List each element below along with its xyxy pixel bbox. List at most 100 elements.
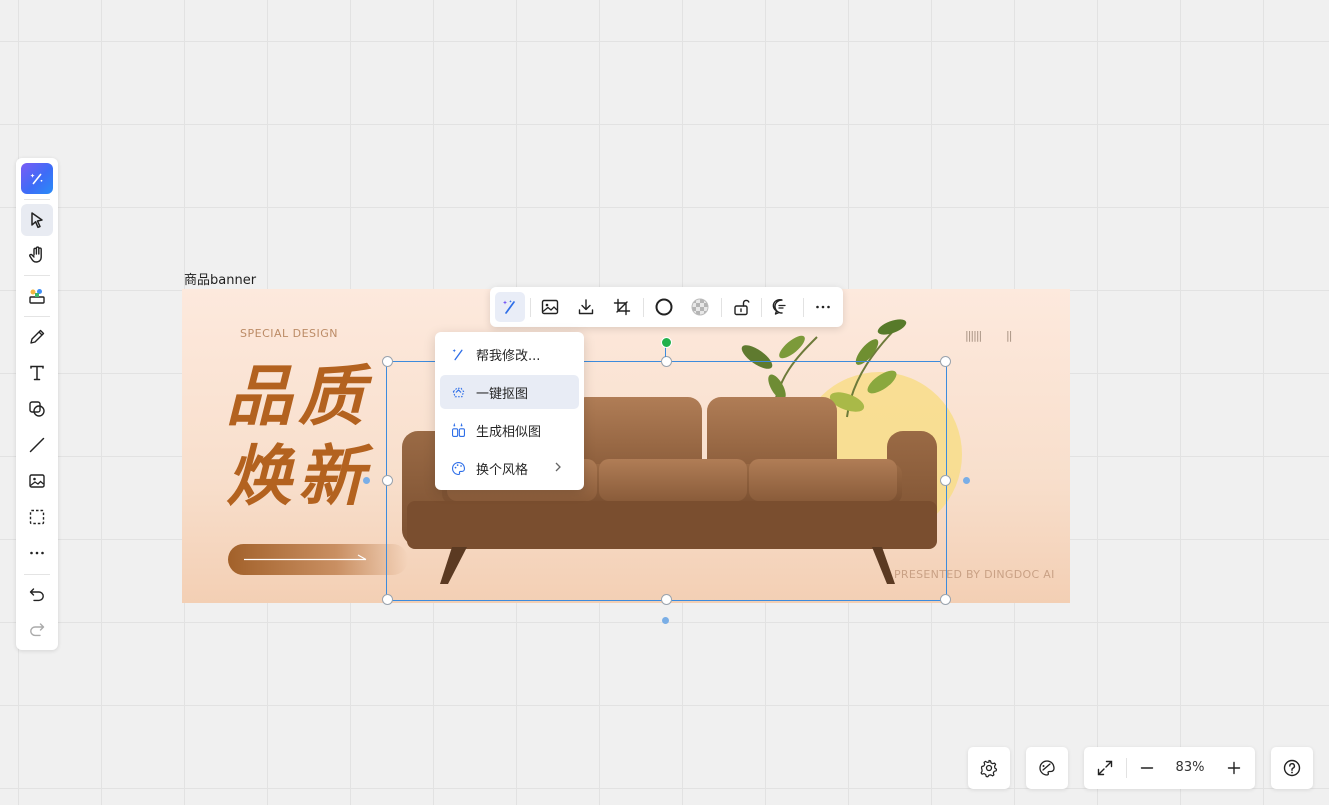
plus-icon xyxy=(1227,761,1241,775)
menu-item-label: 帮我修改... xyxy=(476,348,541,364)
more-options-button[interactable] xyxy=(808,292,838,322)
hand-icon xyxy=(29,246,42,263)
menu-item-change-style[interactable]: 换个风格 xyxy=(440,451,579,485)
settings-card xyxy=(968,747,1010,789)
replace-image-button[interactable] xyxy=(535,292,565,322)
resize-handle-bottom[interactable] xyxy=(661,594,672,605)
left-toolbar xyxy=(16,158,58,650)
zoom-level[interactable]: 83% xyxy=(1170,760,1210,775)
more-tools-button[interactable] xyxy=(21,537,53,569)
transparency-button[interactable] xyxy=(685,292,715,322)
menu-item-help-edit[interactable]: 帮我修改... xyxy=(440,337,579,371)
frame-label[interactable]: 商品banner xyxy=(184,269,256,288)
expand-icon xyxy=(1097,760,1113,776)
text-icon xyxy=(30,365,44,381)
crop-button[interactable] xyxy=(607,292,637,322)
fit-screen-button[interactable] xyxy=(1092,755,1118,781)
shape-icon xyxy=(29,401,45,417)
banner-tagline: SPECIAL DESIGN xyxy=(240,327,339,340)
zoom-controls: 83% xyxy=(1084,747,1255,789)
barcode-left: |||||| xyxy=(965,329,982,342)
line-tool-button[interactable] xyxy=(21,429,53,461)
line-icon xyxy=(29,437,45,453)
chevron-right-icon xyxy=(555,462,561,472)
connector-dot-bottom[interactable] xyxy=(662,617,669,624)
redo-button[interactable] xyxy=(21,613,53,645)
image-tool-button[interactable] xyxy=(21,465,53,497)
theme-button[interactable] xyxy=(1034,755,1060,781)
divider xyxy=(643,298,644,317)
resize-handle-top-left[interactable] xyxy=(382,356,393,367)
divider xyxy=(803,298,804,317)
frame-tool-button[interactable] xyxy=(21,501,53,533)
hand-tool-button[interactable] xyxy=(21,239,53,271)
divider xyxy=(24,574,50,575)
select-tool-button[interactable] xyxy=(21,204,53,236)
menu-item-cutout[interactable]: 一键抠图 xyxy=(440,375,579,409)
help-card xyxy=(1271,747,1313,789)
template-tool-button[interactable] xyxy=(21,280,53,312)
lock-button[interactable] xyxy=(726,292,756,322)
more-icon xyxy=(816,305,830,309)
palette-icon xyxy=(452,461,466,475)
connector-dot-right[interactable] xyxy=(963,477,970,484)
comment-icon xyxy=(772,298,786,315)
magic-wand-icon xyxy=(452,348,463,360)
ai-edit-button[interactable] xyxy=(495,292,525,322)
unlock-icon xyxy=(734,299,750,316)
menu-item-similar[interactable]: 生成相似图 xyxy=(440,413,579,447)
settings-button[interactable] xyxy=(976,755,1002,781)
menu-item-label: 一键抠图 xyxy=(476,386,529,402)
resize-handle-left[interactable] xyxy=(382,475,393,486)
border-button[interactable] xyxy=(649,292,679,322)
crop-icon xyxy=(613,298,631,316)
redo-icon xyxy=(30,623,45,637)
gear-icon xyxy=(980,759,998,778)
resize-handle-top-right[interactable] xyxy=(940,356,951,367)
transparency-icon xyxy=(691,298,709,316)
banner-cta-pill xyxy=(228,544,408,575)
pen-tool-button[interactable] xyxy=(21,321,53,353)
image-toolbar xyxy=(490,287,843,327)
frame-icon xyxy=(29,509,45,525)
banner-title-line1: 品质 xyxy=(226,358,370,435)
zoom-out-button[interactable] xyxy=(1134,755,1160,781)
zoom-in-button[interactable] xyxy=(1221,755,1247,781)
download-button[interactable] xyxy=(571,292,601,322)
select-icon xyxy=(31,212,43,229)
divider xyxy=(24,275,50,276)
text-tool-button[interactable] xyxy=(21,357,53,389)
border-icon xyxy=(655,298,673,316)
banner-title-line2: 焕新 xyxy=(226,438,370,515)
more-icon xyxy=(30,551,44,555)
divider xyxy=(721,298,722,317)
ai-assistant-icon xyxy=(30,173,43,184)
ai-assistant-button[interactable] xyxy=(21,163,53,194)
resize-handle-right[interactable] xyxy=(940,475,951,486)
arrow-right-icon xyxy=(244,554,367,561)
rotate-handle[interactable] xyxy=(661,337,672,348)
divider xyxy=(24,199,50,200)
shape-tool-button[interactable] xyxy=(21,393,53,425)
theme-card xyxy=(1026,747,1068,789)
cutout-icon xyxy=(452,387,465,397)
help-button[interactable] xyxy=(1279,755,1305,781)
pen-icon xyxy=(30,329,45,344)
resize-handle-bottom-left[interactable] xyxy=(382,594,393,605)
menu-item-label: 换个风格 xyxy=(476,462,529,478)
resize-handle-top[interactable] xyxy=(661,356,672,367)
download-icon xyxy=(578,299,594,315)
template-icon xyxy=(29,289,45,304)
help-icon xyxy=(1283,759,1301,777)
divider xyxy=(530,298,531,317)
divider xyxy=(761,298,762,317)
undo-icon xyxy=(29,588,44,602)
divider xyxy=(1126,758,1127,778)
image-icon xyxy=(29,474,45,488)
undo-button[interactable] xyxy=(21,578,53,610)
resize-handle-bottom-right[interactable] xyxy=(940,594,951,605)
comment-button[interactable] xyxy=(767,292,797,322)
similar-image-icon xyxy=(451,422,466,437)
minus-icon xyxy=(1140,767,1154,769)
connector-dot-left[interactable] xyxy=(363,477,370,484)
